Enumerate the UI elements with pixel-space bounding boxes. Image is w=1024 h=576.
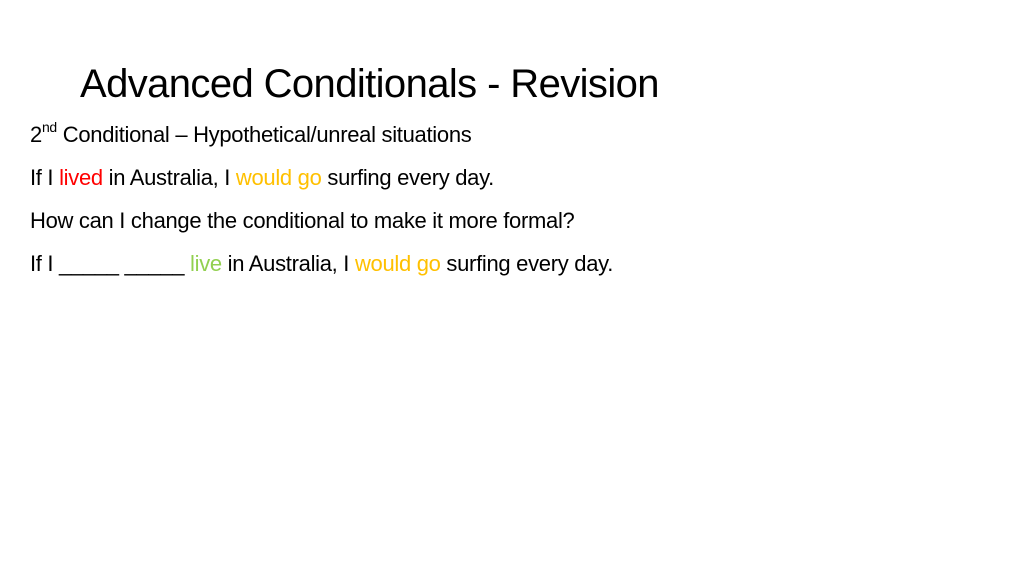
sentence-text: in Australia, I <box>221 251 355 276</box>
ordinal-suffix: nd <box>41 118 57 135</box>
sentence-blanks: If I _____ _____ <box>30 251 191 276</box>
base-verb-highlight: live <box>190 251 222 276</box>
slide: Advanced Conditionals - Revision 2nd Con… <box>0 0 1024 576</box>
sentence-text: surfing every day. <box>321 165 494 190</box>
sentence-text: in Australia, I <box>102 165 236 190</box>
question-line: How can I change the conditional to make… <box>30 208 575 233</box>
would-go-highlight: would go <box>235 165 322 190</box>
heading-text: Conditional – Hypothetical/unreal situat… <box>56 122 472 147</box>
slide-title: Advanced Conditionals - Revision <box>80 62 660 106</box>
fill-in-sentence: If I _____ _____ live in Australia, I wo… <box>30 249 613 279</box>
conditional-heading: 2nd Conditional – Hypothetical/unreal si… <box>30 118 472 150</box>
ordinal-number: 2 <box>30 122 42 147</box>
sentence-text: surfing every day. <box>440 251 614 276</box>
past-verb-highlight: lived <box>59 165 103 190</box>
sentence-text: If I <box>30 165 60 190</box>
would-go-highlight: would go <box>354 251 441 276</box>
example-sentence: If I lived in Australia, I would go surf… <box>30 163 494 193</box>
